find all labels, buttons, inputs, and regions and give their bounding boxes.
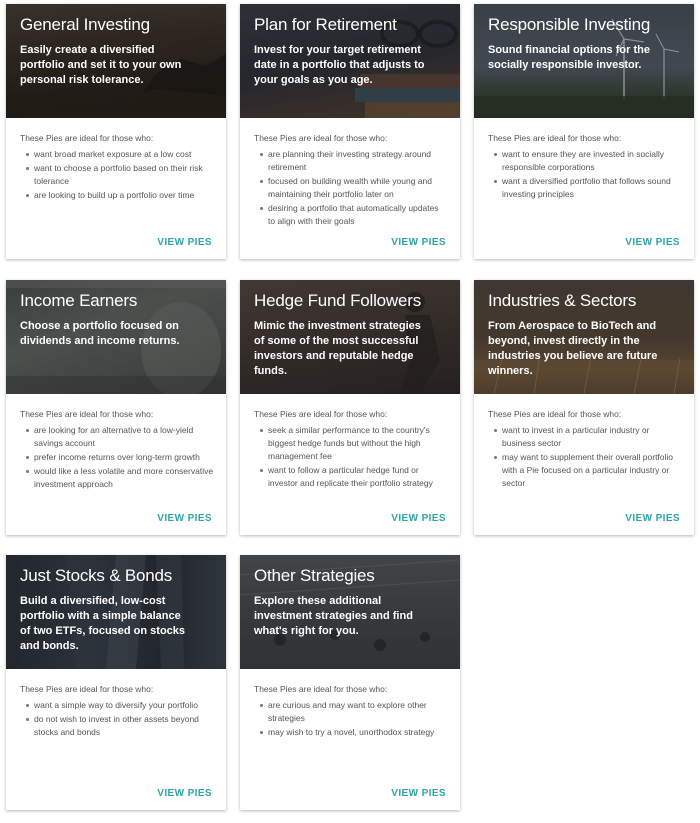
bullet-item: may wish to try a novel, unorthodox stra…: [260, 726, 448, 739]
bullet-list: want to invest in a particular industry …: [488, 424, 682, 490]
card-title: Hedge Fund Followers: [254, 291, 422, 310]
card-hero: General Investing Easily create a divers…: [6, 4, 226, 118]
bullet-item: seek a similar performance to the countr…: [260, 424, 448, 463]
card-description: Easily create a diversified portfolio an…: [20, 44, 182, 86]
bullet-item: are looking to build up a portfolio over…: [26, 189, 214, 202]
bullet-item: do not wish to invest in other assets be…: [26, 713, 214, 739]
card-body: These Pies are ideal for those who: want…: [6, 669, 226, 810]
view-pies-link[interactable]: VIEW PIES: [157, 788, 212, 799]
bullet-list: are planning their investing strategy ar…: [254, 148, 448, 228]
bullet-item: want a simple way to diversify your port…: [26, 699, 214, 712]
card-description: Explore these additional investment stra…: [254, 595, 413, 637]
bullet-item: focused on building wealth while young a…: [260, 175, 448, 201]
card-other-strategies[interactable]: Other Strategies Explore these additiona…: [240, 555, 460, 810]
bullet-item: prefer income returns over long-term gro…: [26, 451, 214, 464]
card-industries-sectors[interactable]: Industries & Sectors From Aerospace to B…: [474, 280, 694, 535]
card-title: Income Earners: [20, 291, 138, 310]
card-body: These Pies are ideal for those who: are …: [6, 394, 226, 535]
card-income-earners[interactable]: Income Earners Choose a portfolio focuse…: [6, 280, 226, 535]
card-hero: Responsible Investing Sound financial op…: [474, 4, 694, 118]
card-general-investing[interactable]: General Investing Easily create a divers…: [6, 4, 226, 259]
card-description: Mimic the investment strategies of some …: [254, 320, 421, 377]
card-hero: Income Earners Choose a portfolio focuse…: [6, 280, 226, 394]
card-body: These Pies are ideal for those who: want…: [474, 394, 694, 535]
card-body: These Pies are ideal for those who: are …: [240, 118, 460, 259]
bullet-list: want broad market exposure at a low cost…: [20, 148, 214, 202]
view-pies-link[interactable]: VIEW PIES: [625, 237, 680, 248]
ideal-heading: These Pies are ideal for those who:: [254, 409, 388, 419]
bullet-list: want to ensure they are invested in soci…: [488, 148, 682, 201]
card-title: Just Stocks & Bonds: [20, 566, 173, 585]
bullet-item: are looking for an alternative to a low-…: [26, 424, 214, 450]
ideal-heading: These Pies are ideal for those who:: [20, 409, 154, 419]
view-pies-link[interactable]: VIEW PIES: [157, 237, 212, 248]
card-hero: Plan for Retirement Invest for your targ…: [240, 4, 460, 118]
bullet-item: are planning their investing strategy ar…: [260, 148, 448, 174]
card-title: Plan for Retirement: [254, 15, 397, 34]
ideal-heading: These Pies are ideal for those who:: [488, 409, 622, 419]
view-pies-link[interactable]: VIEW PIES: [391, 788, 446, 799]
ideal-heading: These Pies are ideal for those who:: [254, 684, 388, 694]
bullet-item: want to invest in a particular industry …: [494, 424, 682, 450]
bullet-item: want broad market exposure at a low cost: [26, 148, 214, 161]
bullet-item: would like a less volatile and more cons…: [26, 466, 214, 489]
ideal-heading: These Pies are ideal for those who:: [488, 133, 622, 143]
card-description: Choose a portfolio focused on dividends …: [20, 320, 180, 347]
card-title: Responsible Investing: [488, 15, 651, 34]
card-title: Industries & Sectors: [488, 291, 637, 310]
bullet-list: want a simple way to diversify your port…: [20, 699, 214, 739]
bullet-list: seek a similar performance to the countr…: [254, 424, 448, 490]
ideal-heading: These Pies are ideal for those who:: [254, 133, 388, 143]
card-body: These Pies are ideal for those who: want…: [474, 118, 694, 259]
ideal-heading: These Pies are ideal for those who:: [20, 133, 154, 143]
bullet-item: want to follow a particular hedge fund o…: [260, 464, 448, 490]
card-body: These Pies are ideal for those who: want…: [6, 118, 226, 259]
card-description: Sound financial options for the socially…: [488, 44, 650, 71]
card-hero: Just Stocks & Bonds Build a diversified,…: [6, 555, 226, 669]
bullet-list: are curious and may want to explore othe…: [254, 699, 448, 739]
card-hero: Hedge Fund Followers Mimic the investmen…: [240, 280, 460, 394]
bullet-item: want to ensure they are invested in soci…: [494, 148, 682, 174]
card-description: Invest for your target retirement date i…: [254, 44, 425, 86]
card-body: These Pies are ideal for those who: seek…: [240, 394, 460, 535]
card-responsible-investing[interactable]: Responsible Investing Sound financial op…: [474, 4, 694, 259]
bullet-list: are looking for an alternative to a low-…: [20, 424, 214, 491]
card-description: From Aerospace to BioTech and beyond, in…: [488, 320, 658, 377]
view-pies-link[interactable]: VIEW PIES: [157, 513, 212, 524]
card-just-stocks-bonds[interactable]: Just Stocks & Bonds Build a diversified,…: [6, 555, 226, 810]
bullet-item: may want to supplement their overall por…: [494, 451, 682, 490]
card-description: Build a diversified, low-cost portfolio …: [20, 595, 186, 652]
bullet-item: want to choose a portfolio based on thei…: [26, 162, 214, 188]
ideal-heading: These Pies are ideal for those who:: [20, 684, 154, 694]
card-hedge-fund-followers[interactable]: Hedge Fund Followers Mimic the investmen…: [240, 280, 460, 535]
view-pies-link[interactable]: VIEW PIES: [391, 513, 446, 524]
card-title: Other Strategies: [254, 566, 375, 585]
card-title: General Investing: [20, 15, 150, 34]
bullet-item: are curious and may want to explore othe…: [260, 699, 448, 725]
card-hero: Industries & Sectors From Aerospace to B…: [474, 280, 694, 394]
bullet-item: desiring a portfolio that automatically …: [260, 202, 448, 228]
view-pies-link[interactable]: VIEW PIES: [625, 513, 680, 524]
bullet-item: want a diversified portfolio that follow…: [494, 175, 682, 201]
card-body: These Pies are ideal for those who: are …: [240, 669, 460, 810]
view-pies-link[interactable]: VIEW PIES: [391, 237, 446, 248]
card-hero: Other Strategies Explore these additiona…: [240, 555, 460, 669]
card-plan-for-retirement[interactable]: Plan for Retirement Invest for your targ…: [240, 4, 460, 259]
